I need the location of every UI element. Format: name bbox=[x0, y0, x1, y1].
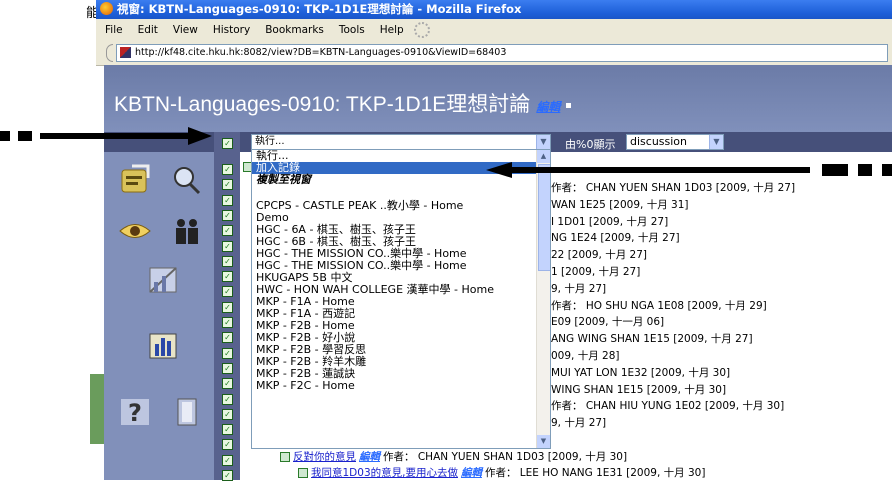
row-checkbox[interactable]: ✓ bbox=[222, 332, 233, 344]
row-checkbox[interactable]: ✓ bbox=[222, 439, 233, 451]
chart-crossed-icon[interactable] bbox=[146, 264, 180, 296]
entry-meta: I 1D01 [2009, 十月 27] bbox=[551, 215, 669, 228]
note-icon bbox=[298, 468, 308, 478]
row-checkbox[interactable]: ✓ bbox=[222, 378, 233, 390]
menu-bar: File Edit View History Bookmarks Tools Help bbox=[96, 19, 892, 41]
scroll-up-icon[interactable]: ▲ bbox=[537, 150, 550, 163]
entry-edit-link[interactable]: 編輯 bbox=[359, 451, 380, 463]
background-window-edge bbox=[90, 374, 104, 444]
entry-edit-link[interactable]: 編輯 bbox=[461, 467, 482, 479]
entry-link[interactable]: 我同意1D03的意見,要用心去做 bbox=[311, 467, 458, 479]
row-checkbox[interactable]: ✓ bbox=[222, 164, 233, 175]
row-checkbox[interactable]: ✓ bbox=[222, 209, 233, 221]
row-checkbox[interactable]: ✓ bbox=[222, 470, 233, 481]
entry-link[interactable]: 反對你的意見 bbox=[293, 451, 356, 463]
firefox-icon bbox=[100, 2, 113, 15]
eye-icon[interactable] bbox=[118, 216, 152, 246]
row-checkbox[interactable]: ✓ bbox=[222, 240, 233, 252]
action-select-value: 執行... bbox=[255, 136, 285, 147]
dropdown-option[interactable]: MKP - F2C - Home bbox=[252, 380, 550, 392]
dropdown-scrollbar[interactable]: ▲ ▼ bbox=[536, 150, 550, 448]
show-by-label: 由%0顯示 bbox=[565, 138, 616, 151]
entry-meta: MUI YAT LON 1E32 [2009, 十月 30] bbox=[551, 366, 731, 379]
row-checkbox[interactable]: ✓ bbox=[222, 317, 233, 328]
menu-history[interactable]: History bbox=[213, 24, 250, 36]
help-icon[interactable]: ? bbox=[118, 396, 152, 428]
row-checkbox[interactable]: ✓ bbox=[222, 362, 233, 374]
square-icon bbox=[566, 102, 572, 108]
row-checkbox[interactable]: ✓ bbox=[222, 179, 233, 191]
scroll-down-icon[interactable]: ▼ bbox=[537, 435, 550, 448]
door-icon[interactable] bbox=[170, 396, 204, 428]
entry-row: 反對你的意見 編輯 作者： CHAN YUEN SHAN 1D03 [2009, 十… bbox=[280, 449, 627, 464]
row-checkbox[interactable]: ✓ bbox=[222, 347, 233, 359]
dropdown-option[interactable]: CPCPS - CASTLE PEAK ..教小學 - Home bbox=[252, 200, 550, 212]
edit-link[interactable]: 編輯 bbox=[536, 100, 560, 114]
menu-file[interactable]: File bbox=[105, 24, 123, 36]
dropdown-option bbox=[252, 186, 550, 200]
entry-meta: 作者： LEE HO NANG 1E31 [2009, 十月 30] bbox=[484, 467, 706, 479]
select-all-checkbox[interactable]: ✓ bbox=[222, 138, 233, 149]
search-icon[interactable] bbox=[170, 164, 204, 196]
page-title: KBTN-Languages-0910: TKP-1D1E理想討論 編輯 bbox=[114, 88, 572, 118]
tool-panel bbox=[104, 152, 214, 480]
action-select[interactable]: 執行... ▼ bbox=[251, 134, 551, 150]
throbber-icon bbox=[413, 22, 430, 38]
note-icon bbox=[280, 452, 290, 462]
action-dropdown-list[interactable]: 執行... 加入記錄 複製至視窗 CPCPS - CASTLE PEAK ..教小學 … bbox=[251, 149, 551, 449]
page-title-text: KBTN-Languages-0910: TKP-1D1E理想討論 bbox=[114, 93, 531, 116]
row-checkbox[interactable]: ✓ bbox=[222, 286, 233, 298]
url-field[interactable]: http://kf48.cite.hku.hk:8082/view?DB=KBT… bbox=[116, 44, 888, 62]
row-checkbox[interactable]: ✓ bbox=[222, 301, 233, 313]
row-checkbox[interactable]: ✓ bbox=[222, 255, 233, 267]
row-checkbox[interactable]: ✓ bbox=[222, 225, 233, 237]
row-checkbox[interactable]: ✓ bbox=[222, 194, 233, 206]
view-select-value: discussion bbox=[630, 135, 688, 148]
chevron-down-icon: ▼ bbox=[536, 135, 550, 149]
view-select[interactable]: discussion ▼ bbox=[626, 134, 724, 150]
entry-meta: 009, 十月 28] bbox=[551, 350, 620, 362]
entry-meta: 9, 十月 27] bbox=[551, 282, 607, 295]
row-checkbox[interactable]: ✓ bbox=[222, 271, 233, 283]
entry-meta: 作者： CHAN YUEN SHAN 1D03 [2009, 十月 27] bbox=[551, 182, 796, 194]
entry-meta: 作者： HO SHU NGA 1E08 [2009, 十月 29] bbox=[551, 299, 767, 312]
entry-meta: WAN 1E25 [2009, 十月 31] bbox=[551, 198, 689, 211]
notes-icon[interactable] bbox=[118, 164, 152, 196]
menu-help[interactable]: Help bbox=[380, 24, 404, 36]
left-margin: 能 bbox=[0, 0, 104, 480]
url-text: http://kf48.cite.hku.hk:8082/view?DB=KBT… bbox=[135, 47, 507, 58]
bar-chart-icon[interactable] bbox=[146, 330, 180, 362]
window-title: 視窗: KBTN-Languages-0910: TKP-1D1E理想討論 - … bbox=[117, 2, 522, 16]
entry-meta: WING SHAN 1E15 [2009, 十月 30] bbox=[551, 383, 727, 396]
entry-meta: 作者： CHAN YUEN SHAN 1D03 [2009, 十月 30] bbox=[383, 451, 628, 463]
window-titlebar: 視窗: KBTN-Languages-0910: TKP-1D1E理想討論 - … bbox=[96, 0, 892, 19]
entry-meta: 9, 十月 27] bbox=[551, 417, 607, 430]
back-button-edge[interactable] bbox=[106, 44, 113, 62]
entry-meta: 22 [2009, 十月 27] bbox=[551, 249, 647, 262]
site-favicon-icon bbox=[120, 47, 131, 58]
svg-text:?: ? bbox=[128, 399, 142, 427]
entry-meta: 作者： CHAN HIU YUNG 1E02 [2009, 十月 30] bbox=[551, 400, 785, 413]
navigation-bar: http://kf48.cite.hku.hk:8082/view?DB=KBT… bbox=[96, 41, 892, 66]
row-checkbox[interactable]: ✓ bbox=[222, 424, 233, 436]
people-icon[interactable] bbox=[170, 216, 204, 246]
entry-meta: 1 [2009, 十月 27] bbox=[551, 266, 641, 278]
menu-tools[interactable]: Tools bbox=[339, 24, 365, 36]
entry-meta: ANG WING SHAN 1E15 [2009, 十月 27] bbox=[551, 333, 753, 346]
menu-edit[interactable]: Edit bbox=[138, 24, 158, 36]
view-chevron-down-icon: ▼ bbox=[709, 135, 723, 149]
menu-view[interactable]: View bbox=[173, 24, 198, 36]
row-checkbox[interactable]: ✓ bbox=[222, 393, 233, 405]
entry-meta: NG 1E24 [2009, 十月 27] bbox=[551, 232, 680, 245]
entry-meta: E09 [2009, 十一月 06] bbox=[551, 316, 665, 329]
entry-row: 我同意1D03的意見,要用心去做 編輯 作者： LEE HO NANG 1E31 [… bbox=[298, 465, 705, 480]
row-checkbox[interactable]: ✓ bbox=[222, 408, 233, 420]
row-checkbox[interactable]: ✓ bbox=[222, 454, 233, 466]
menu-bookmarks[interactable]: Bookmarks bbox=[265, 24, 324, 36]
scroll-thumb[interactable] bbox=[538, 164, 550, 271]
